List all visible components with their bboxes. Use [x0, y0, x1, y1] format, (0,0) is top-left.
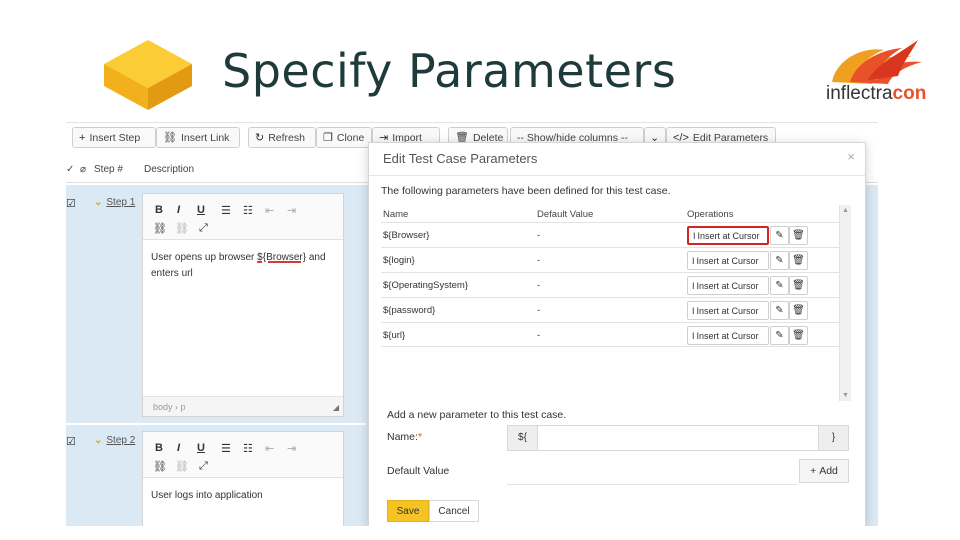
trash-icon[interactable]: 🗑: [789, 226, 808, 245]
plus-icon: +: [79, 131, 86, 144]
row-checkbox[interactable]: ☑: [66, 197, 76, 210]
underline-button[interactable]: U: [197, 442, 205, 454]
edit-icon[interactable]: ✎: [770, 276, 789, 295]
step-2-link[interactable]: ⌄ Step 2: [94, 435, 135, 446]
plus-icon: +: [810, 465, 817, 477]
row-checkbox[interactable]: ☑: [66, 435, 76, 448]
parameter-name-input[interactable]: [539, 428, 817, 448]
italic-button[interactable]: I: [177, 442, 180, 454]
rich-text-editor[interactable]: B I U ☰ ☷ ⇤ ⇥ ⛓ ⛓ ⤢ User opens up browse…: [142, 193, 344, 417]
parameter-name-field: ${ }: [507, 425, 849, 451]
default-value-input[interactable]: [507, 459, 797, 485]
edit-icon[interactable]: ✎: [770, 251, 789, 270]
scroll-down-icon[interactable]: ▼: [842, 392, 849, 399]
refresh-button[interactable]: ↻ Refresh: [248, 127, 316, 148]
link-icon: ⛓: [163, 132, 177, 144]
editor-content[interactable]: User logs into application: [143, 478, 343, 514]
column-step-number: Step #: [94, 164, 123, 175]
slide-title: Specify Parameters: [222, 44, 677, 98]
save-button[interactable]: Save: [387, 500, 429, 522]
editor-content[interactable]: User opens up browser ${Browser} and ent…: [143, 240, 343, 292]
name-label: Name:*: [387, 431, 423, 443]
close-icon[interactable]: ×: [847, 149, 855, 164]
fullscreen-icon[interactable]: ⤢: [199, 460, 208, 473]
test-steps-panel: + Insert Step ⛓ Insert Link ↻ Refresh ❐ Clon…: [66, 122, 878, 526]
editor-status-bar: body › p ◢: [143, 396, 343, 416]
text-cursor-icon: I: [692, 330, 695, 341]
clone-icon: ❐: [323, 132, 333, 144]
default-value-label: Default Value: [387, 465, 450, 477]
parameter-token: ${Browser}: [257, 252, 307, 263]
resize-grip-icon[interactable]: ◢: [333, 403, 339, 412]
divider: [369, 175, 865, 176]
header-operations: Operations: [687, 209, 734, 220]
unlink-icon[interactable]: ⛓: [175, 460, 189, 473]
trash-icon[interactable]: 🗑: [789, 276, 808, 295]
chevron-down-icon: ⌄: [94, 197, 103, 208]
editor-toolbar: B I U ☰ ☷ ⇤ ⇥ ⛓ ⛓ ⤢: [143, 432, 343, 478]
logo-text: inflectracon: [826, 83, 927, 104]
cancel-button[interactable]: Cancel: [429, 500, 479, 522]
editor-toolbar: B I U ☰ ☷ ⇤ ⇥ ⛓ ⛓ ⤢: [143, 194, 343, 240]
clone-button[interactable]: ❐ Clone: [316, 127, 372, 148]
dialog-intro: The following parameters have been defin…: [381, 185, 671, 197]
table-row: ${Browser} - I Insert at Cursor ✎ 🗑: [381, 222, 839, 247]
ordered-list-icon[interactable]: ☰: [221, 204, 231, 217]
insert-at-cursor-button[interactable]: I Insert at Cursor: [687, 276, 769, 295]
refresh-icon: ↻: [255, 132, 265, 144]
underline-button[interactable]: U: [197, 204, 205, 216]
indent-icon[interactable]: ⇥: [287, 442, 296, 455]
edit-icon[interactable]: ✎: [770, 226, 789, 245]
edit-icon[interactable]: ✎: [770, 326, 789, 345]
add-parameter-button[interactable]: + Add: [799, 459, 849, 483]
column-description: Description: [144, 164, 195, 175]
indent-icon[interactable]: ⇥: [287, 204, 296, 217]
bullet-list-icon[interactable]: ☷: [243, 442, 253, 455]
insert-at-cursor-button[interactable]: I Insert at Cursor: [687, 301, 769, 320]
edit-parameters-dialog: Edit Test Case Parameters × The followin…: [368, 142, 866, 526]
text-cursor-icon: I: [693, 230, 696, 241]
scroll-up-icon[interactable]: ▲: [842, 207, 849, 214]
attachment-icon: ⌀: [80, 164, 87, 175]
edit-icon[interactable]: ✎: [770, 301, 789, 320]
table-row: ${login} - I Insert at Cursor ✎ 🗑: [381, 247, 839, 272]
unlink-icon[interactable]: ⛓: [175, 222, 189, 235]
trash-icon[interactable]: 🗑: [789, 251, 808, 270]
text-cursor-icon: I: [692, 280, 695, 291]
insert-at-cursor-button[interactable]: I Insert at Cursor: [687, 326, 769, 345]
insert-step-button[interactable]: + Insert Step: [72, 127, 156, 148]
table-scrollbar[interactable]: ▲ ▼: [839, 205, 851, 401]
name-prefix: ${: [508, 426, 538, 450]
insert-link-button[interactable]: ⛓ Insert Link: [156, 127, 240, 148]
outdent-icon[interactable]: ⇤: [265, 442, 274, 455]
table-row: ${OperatingSystem} - I Insert at Cursor ✎…: [381, 272, 839, 297]
header-check-icon: ✓: [66, 164, 75, 175]
trash-icon[interactable]: 🗑: [789, 301, 808, 320]
bullet-list-icon[interactable]: ☷: [243, 204, 253, 217]
header-name: Name: [383, 209, 409, 220]
outdent-icon[interactable]: ⇤: [265, 204, 274, 217]
chevron-down-icon: ⌄: [94, 435, 103, 446]
table-row: ${password} - I Insert at Cursor ✎ 🗑: [381, 297, 839, 322]
trash-icon[interactable]: 🗑: [789, 326, 808, 345]
link-icon[interactable]: ⛓: [153, 460, 167, 473]
insert-at-cursor-button[interactable]: I Insert at Cursor: [687, 251, 769, 270]
name-suffix: }: [818, 426, 848, 450]
rich-text-editor[interactable]: B I U ☰ ☷ ⇤ ⇥ ⛓ ⛓ ⤢ User logs into appli…: [142, 431, 344, 526]
ordered-list-icon[interactable]: ☰: [221, 442, 231, 455]
cube-logo-icon: [104, 40, 192, 110]
text-cursor-icon: I: [692, 305, 695, 316]
dialog-title: Edit Test Case Parameters: [383, 151, 538, 166]
link-icon[interactable]: ⛓: [153, 222, 167, 235]
insert-at-cursor-button[interactable]: I Insert at Cursor: [687, 226, 769, 245]
step-1-link[interactable]: ⌄ Step 1: [94, 197, 135, 208]
table-row: ${url} - I Insert at Cursor ✎ 🗑: [381, 322, 839, 347]
header-default-value: Default Value: [537, 209, 594, 220]
fullscreen-icon[interactable]: ⤢: [199, 222, 208, 235]
bold-button[interactable]: B: [155, 204, 163, 216]
text-cursor-icon: I: [692, 255, 695, 266]
add-parameter-heading: Add a new parameter to this test case.: [387, 409, 567, 421]
bold-button[interactable]: B: [155, 442, 163, 454]
italic-button[interactable]: I: [177, 204, 180, 216]
